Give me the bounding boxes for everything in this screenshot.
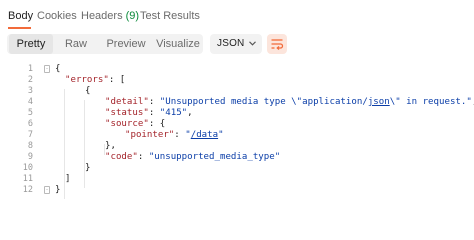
line-number: 11	[22, 174, 33, 184]
json-key: "detail"	[105, 97, 149, 107]
json-punct: : [	[108, 75, 126, 85]
json-punct: ,	[187, 108, 193, 118]
code-text: "detail": "Unsupported media type \"appl…	[105, 97, 474, 108]
view-mode-switcher: Pretty Raw Preview Visualize	[7, 34, 203, 54]
code-line: 1 - {	[0, 64, 474, 75]
json-key: "pointer"	[125, 130, 175, 140]
json-punct: :	[174, 130, 186, 140]
json-string: \" in request."	[389, 97, 472, 107]
view-mode-visualize[interactable]: Visualize	[155, 34, 201, 54]
tab-headers-label: Headers	[81, 10, 123, 22]
code-line: 6 "source": {	[0, 119, 474, 130]
code-text: {	[85, 86, 91, 96]
tab-body[interactable]: Body	[8, 10, 33, 22]
code-line: 10 }	[0, 163, 474, 174]
code-text: "errors": [	[65, 75, 125, 86]
code-line: 2 "errors": [	[0, 75, 474, 86]
format-dropdown[interactable]: JSON	[210, 34, 262, 54]
line-number: 6	[27, 119, 33, 129]
code-text: ]	[65, 174, 71, 184]
line-number: 2	[27, 75, 33, 85]
code-text: "pointer": "/data"	[125, 130, 224, 141]
line-number: 5	[27, 108, 33, 118]
code-text: "code": "unsupported_media_type"	[105, 152, 280, 163]
code-line: 12 - }	[0, 185, 474, 196]
json-key: "source"	[105, 119, 149, 129]
headers-count-badge: (9)	[125, 10, 140, 22]
json-punct: : {	[148, 119, 166, 129]
code-line: 8 },	[0, 141, 474, 152]
format-selected-value: JSON	[217, 38, 245, 49]
line-number: 4	[27, 97, 33, 107]
tab-headers[interactable]: Headers (9)	[81, 10, 139, 22]
json-string: "Unsupported media type \"application/	[159, 97, 368, 107]
tab-cookies[interactable]: Cookies	[37, 10, 77, 22]
json-string: "415"	[159, 108, 188, 118]
line-number: 9	[27, 152, 33, 162]
line-number: 10	[22, 163, 33, 173]
json-key: "errors"	[65, 75, 109, 85]
line-number: 1	[27, 64, 33, 74]
line-number: 12	[22, 185, 33, 195]
json-punct: :	[148, 108, 160, 118]
json-string: "unsupported_media_type"	[148, 152, 281, 162]
response-tabs: Body Cookies Headers (9) Test Results	[0, 0, 474, 30]
line-number: 3	[27, 86, 33, 96]
fold-toggle-icon[interactable]: -	[44, 65, 50, 73]
code-text: }	[85, 163, 91, 173]
line-number: 7	[27, 130, 33, 140]
json-key: "status"	[105, 108, 149, 118]
code-text: {	[55, 64, 61, 74]
json-link[interactable]: json	[368, 97, 390, 107]
fold-toggle-icon[interactable]: -	[44, 186, 50, 194]
wrap-lines-icon	[271, 39, 284, 51]
code-text: },	[105, 141, 116, 151]
code-line: 9 "code": "unsupported_media_type"	[0, 152, 474, 163]
code-line: 4 "detail": "Unsupported media type \"ap…	[0, 97, 474, 108]
line-number: 8	[27, 141, 33, 151]
code-line: 7 "pointer": "/data"	[0, 130, 474, 141]
json-link[interactable]: /data	[191, 130, 218, 140]
wrap-lines-button[interactable]	[267, 34, 287, 54]
code-text: "source": {	[105, 119, 165, 130]
code-line: 11 ]	[0, 174, 474, 185]
code-text: }	[55, 185, 61, 195]
active-tab-indicator	[8, 27, 31, 29]
json-string: "	[218, 130, 224, 140]
view-mode-preview[interactable]: Preview	[99, 34, 153, 54]
json-punct: :	[137, 152, 149, 162]
json-key: "code"	[105, 152, 138, 162]
tab-test-results[interactable]: Test Results	[140, 10, 200, 22]
response-body-viewer[interactable]: 1 - { 2 "errors": [ 3 { 4 "detail": "Uns…	[0, 61, 474, 220]
code-text: "status": "415",	[105, 108, 193, 119]
code-line: 5 "status": "415",	[0, 108, 474, 119]
view-mode-raw[interactable]: Raw	[55, 34, 97, 54]
view-mode-pretty[interactable]: Pretty	[9, 34, 53, 54]
code-line: 3 {	[0, 86, 474, 97]
json-punct: :	[148, 97, 160, 107]
chevron-down-icon	[249, 41, 256, 46]
